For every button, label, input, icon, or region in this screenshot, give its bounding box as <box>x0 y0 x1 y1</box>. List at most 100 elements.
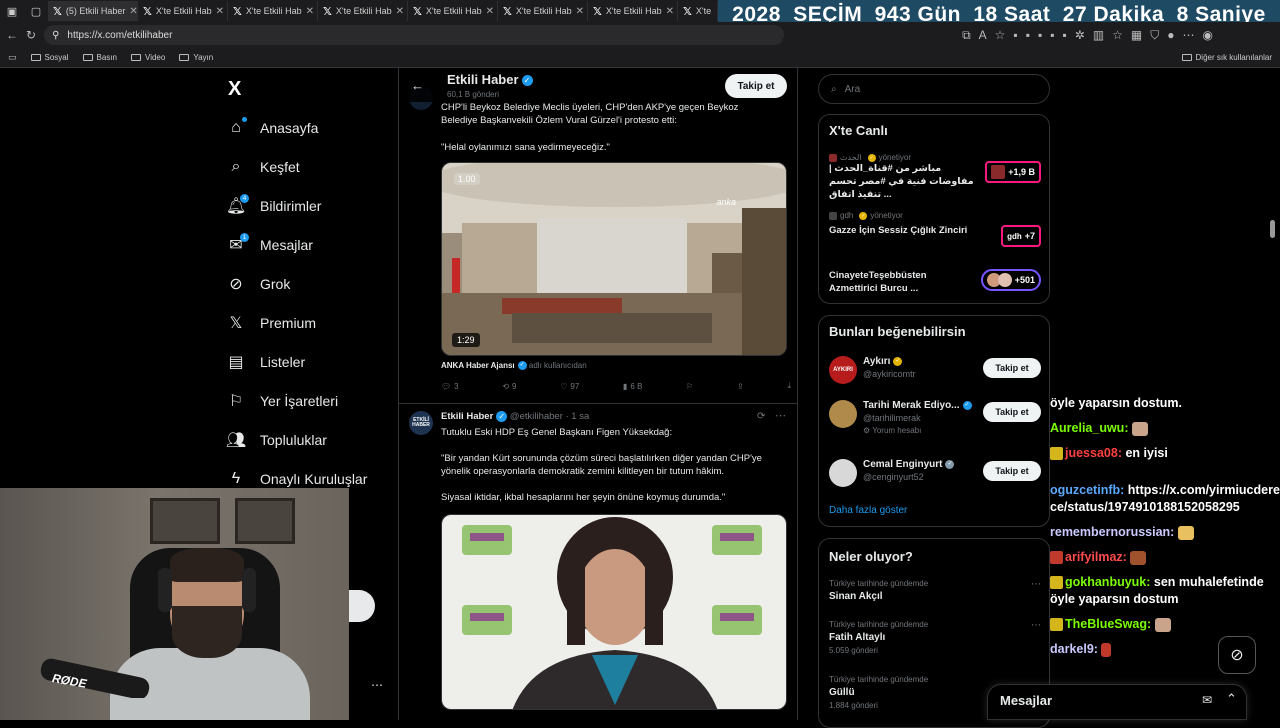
tweet-image[interactable] <box>441 514 787 710</box>
nav-item-communities[interactable]: 👥︎ Topluluklar <box>226 430 327 450</box>
more-icon[interactable]: ⋯ <box>1031 579 1041 590</box>
refresh-icon[interactable]: ↻ <box>26 28 36 42</box>
tab-actions-icon[interactable]: ▢ <box>24 1 48 21</box>
expand-icon[interactable]: ⌃ <box>1226 691 1237 707</box>
reply-button[interactable]: 💬︎ 3 <box>441 381 459 391</box>
close-icon[interactable]: ✕ <box>396 6 404 17</box>
other-bookmarks[interactable]: Diğer sık kullanılanlar <box>1181 53 1272 62</box>
browser-tab[interactable]: 𝕏 X'te Etkili Hab ✕ <box>138 1 228 21</box>
grok-explain-icon[interactable]: ⟳ <box>757 411 765 422</box>
nav-item-grok[interactable]: ⊘ Grok <box>226 274 290 294</box>
grok-icon[interactable]: ⊘ <box>1218 636 1256 674</box>
suggestion-item[interactable]: AYKIRI Aykırı ✓ @aykiricomtr Takip et <box>829 354 1041 394</box>
extension-icon[interactable]: ▪ <box>1026 28 1030 42</box>
more-icon[interactable]: ⋯ <box>371 678 383 692</box>
bookmark-folder[interactable]: Basın <box>82 53 117 62</box>
extension-icon[interactable]: ▪ <box>1038 28 1042 42</box>
follow-button[interactable]: Takip et <box>725 74 787 98</box>
browser-tab[interactable]: 𝕏 (5) Etkili Haber ✕ <box>48 1 138 21</box>
follow-button[interactable]: Takip et <box>983 461 1041 481</box>
bookmark-folder[interactable]: Yayın <box>179 53 213 62</box>
nav-item-verified-orgs[interactable]: ϟ Onaylı Kuruluşlar <box>226 469 368 489</box>
avatar[interactable]: ● <box>1167 28 1174 42</box>
close-icon[interactable]: ✕ <box>666 6 674 17</box>
extension-icon[interactable]: ▪ <box>1062 28 1066 42</box>
nav-item-explore[interactable]: ⌕ Keşfet <box>226 157 300 177</box>
share-button[interactable]: ⇪ <box>737 381 744 391</box>
live-item[interactable]: الحدث ✓ yönetiyor مباشر من #قناة_الحدث | م… <box>829 153 1041 201</box>
post-button-edge[interactable] <box>349 590 375 622</box>
site-info-icon[interactable]: ⚲ <box>52 30 59 41</box>
live-item[interactable]: gdh ✓ yönetiyor Gazze İçin Sessiz Çığlık Z… <box>829 211 1041 247</box>
extension-icon[interactable]: ▪ <box>1013 28 1017 42</box>
nav-item-home[interactable]: ⌂ Anasayfa <box>226 117 318 138</box>
search-icon: ⌕ <box>231 158 241 175</box>
close-icon[interactable]: ✕ <box>306 6 314 17</box>
live-item[interactable]: CinayeteTeşebbüsten Azmettirici Burcu ..… <box>829 269 1041 295</box>
close-icon[interactable]: ✕ <box>216 6 224 17</box>
download-button[interactable]: ⤓ <box>787 381 791 391</box>
nav-item-premium[interactable]: 𝕏 Premium <box>226 313 316 333</box>
video-player[interactable]: 1.00 anka 1:29 <box>441 162 787 356</box>
nav-item-messages[interactable]: ✉ 1 Mesajlar <box>226 233 313 255</box>
collections-icon[interactable]: ▦ <box>1131 28 1142 42</box>
suggestion-name-text: Tarihi Merak Ediyo... <box>863 400 960 411</box>
search-input[interactable]: ⌕ Ara <box>818 74 1050 104</box>
video-source[interactable]: ANKA Haber Ajansı ✓ adlı kullanıcıdan <box>441 361 587 371</box>
tab-label: X'te Etkili Hab <box>245 6 302 16</box>
tweet-author[interactable]: Etkili Haber <box>441 411 493 422</box>
avatar[interactable]: ETKİLİ HABER <box>409 411 433 435</box>
nav-item-lists[interactable]: ▤ Listeler <box>226 352 305 372</box>
messages-drawer[interactable]: Mesajlar ✉ ⌃ <box>987 684 1247 720</box>
playback-speed[interactable]: 1.00 <box>454 173 480 185</box>
avatar <box>829 400 857 428</box>
views-button[interactable]: ▮ 6 B <box>623 381 642 391</box>
browser-tab[interactable]: 𝕏 X'te Etkili Hab ✕ <box>318 1 408 21</box>
browser-tab[interactable]: 𝕏 X'te <box>678 1 718 21</box>
extension-icon[interactable]: ▪ <box>1050 28 1054 42</box>
more-icon[interactable]: ⋯ <box>1031 620 1041 631</box>
back-icon[interactable]: ← <box>6 28 18 42</box>
show-more-link[interactable]: Daha fazla göster <box>829 505 907 516</box>
new-message-icon[interactable]: ✉ <box>1202 693 1212 707</box>
bookmark-label: Basın <box>96 53 117 62</box>
workspaces-icon[interactable]: ▣ <box>0 1 24 21</box>
follow-button[interactable]: Takip et <box>983 358 1041 378</box>
nav-item-bookmarks[interactable]: ⚐ Yer İşaretleri <box>226 391 338 411</box>
back-arrow-icon[interactable]: ← <box>411 78 424 93</box>
close-icon[interactable]: ✕ <box>576 6 584 17</box>
browser-tab[interactable]: 𝕏 X'te Etkili Hab ✕ <box>498 1 588 21</box>
translate-icon[interactable]: ⧉ <box>962 28 971 43</box>
sidebar-toggle-icon[interactable]: ▭ <box>8 52 17 63</box>
bookmark-button[interactable]: ⚐ <box>686 381 693 391</box>
host-thumb-label: gdh <box>1007 231 1022 241</box>
follow-button[interactable]: Takip et <box>983 402 1041 422</box>
bookmark-folder[interactable]: Sosyal <box>30 53 69 62</box>
trend-item[interactable]: Türkiye tarihinde gündemde Sinan Akçıl ⋯ <box>829 579 1041 602</box>
split-screen-icon[interactable]: ▥ <box>1093 28 1104 42</box>
url-field[interactable]: ⚲ https://x.com/etkilihaber <box>44 25 785 45</box>
nav-item-notifications[interactable]: 🔔︎ 4 Bildirimler <box>226 194 321 216</box>
close-icon[interactable]: ✕ <box>486 6 494 17</box>
more-icon[interactable]: ⋯ <box>1183 28 1195 42</box>
close-icon[interactable]: ✕ <box>129 6 137 17</box>
nav-label: Yer İşaretleri <box>260 393 339 409</box>
favorite-star-icon[interactable]: ☆ <box>995 28 1006 42</box>
shield-icon[interactable]: ⛉ <box>1150 28 1159 43</box>
browser-tab[interactable]: 𝕏 X'te Etkili Hab ✕ <box>408 1 498 21</box>
suggestion-item[interactable]: Tarihi Merak Ediyo... ✓ @tarihilimerak ⚙ … <box>829 398 1041 438</box>
browser-tab[interactable]: 𝕏 X'te Etkili Hab ✕ <box>588 1 678 21</box>
read-aloud-icon[interactable]: A <box>979 28 987 42</box>
browser-tab[interactable]: 𝕏 X'te Etkili Hab ✕ <box>228 1 318 21</box>
more-icon[interactable]: ⋯ <box>775 409 786 422</box>
trend-item[interactable]: Türkiye tarihinde gündemde Fatih Altaylı… <box>829 620 1041 655</box>
repost-button[interactable]: ⟲ 9 <box>502 381 516 391</box>
favorites-icon[interactable]: ☆ <box>1112 28 1123 42</box>
like-button[interactable]: ♡ 97 <box>560 381 579 391</box>
puzzle-icon[interactable]: ✲ <box>1075 28 1085 42</box>
scrollbar[interactable] <box>1270 220 1275 238</box>
copilot-icon[interactable]: ◉ <box>1203 28 1213 42</box>
x-logo-icon[interactable]: X <box>228 78 241 101</box>
suggestion-item[interactable]: Cemal Enginyurt ✓ @cenginyurt52 Takip et <box>829 457 1041 497</box>
bookmark-folder[interactable]: Video <box>131 53 165 62</box>
